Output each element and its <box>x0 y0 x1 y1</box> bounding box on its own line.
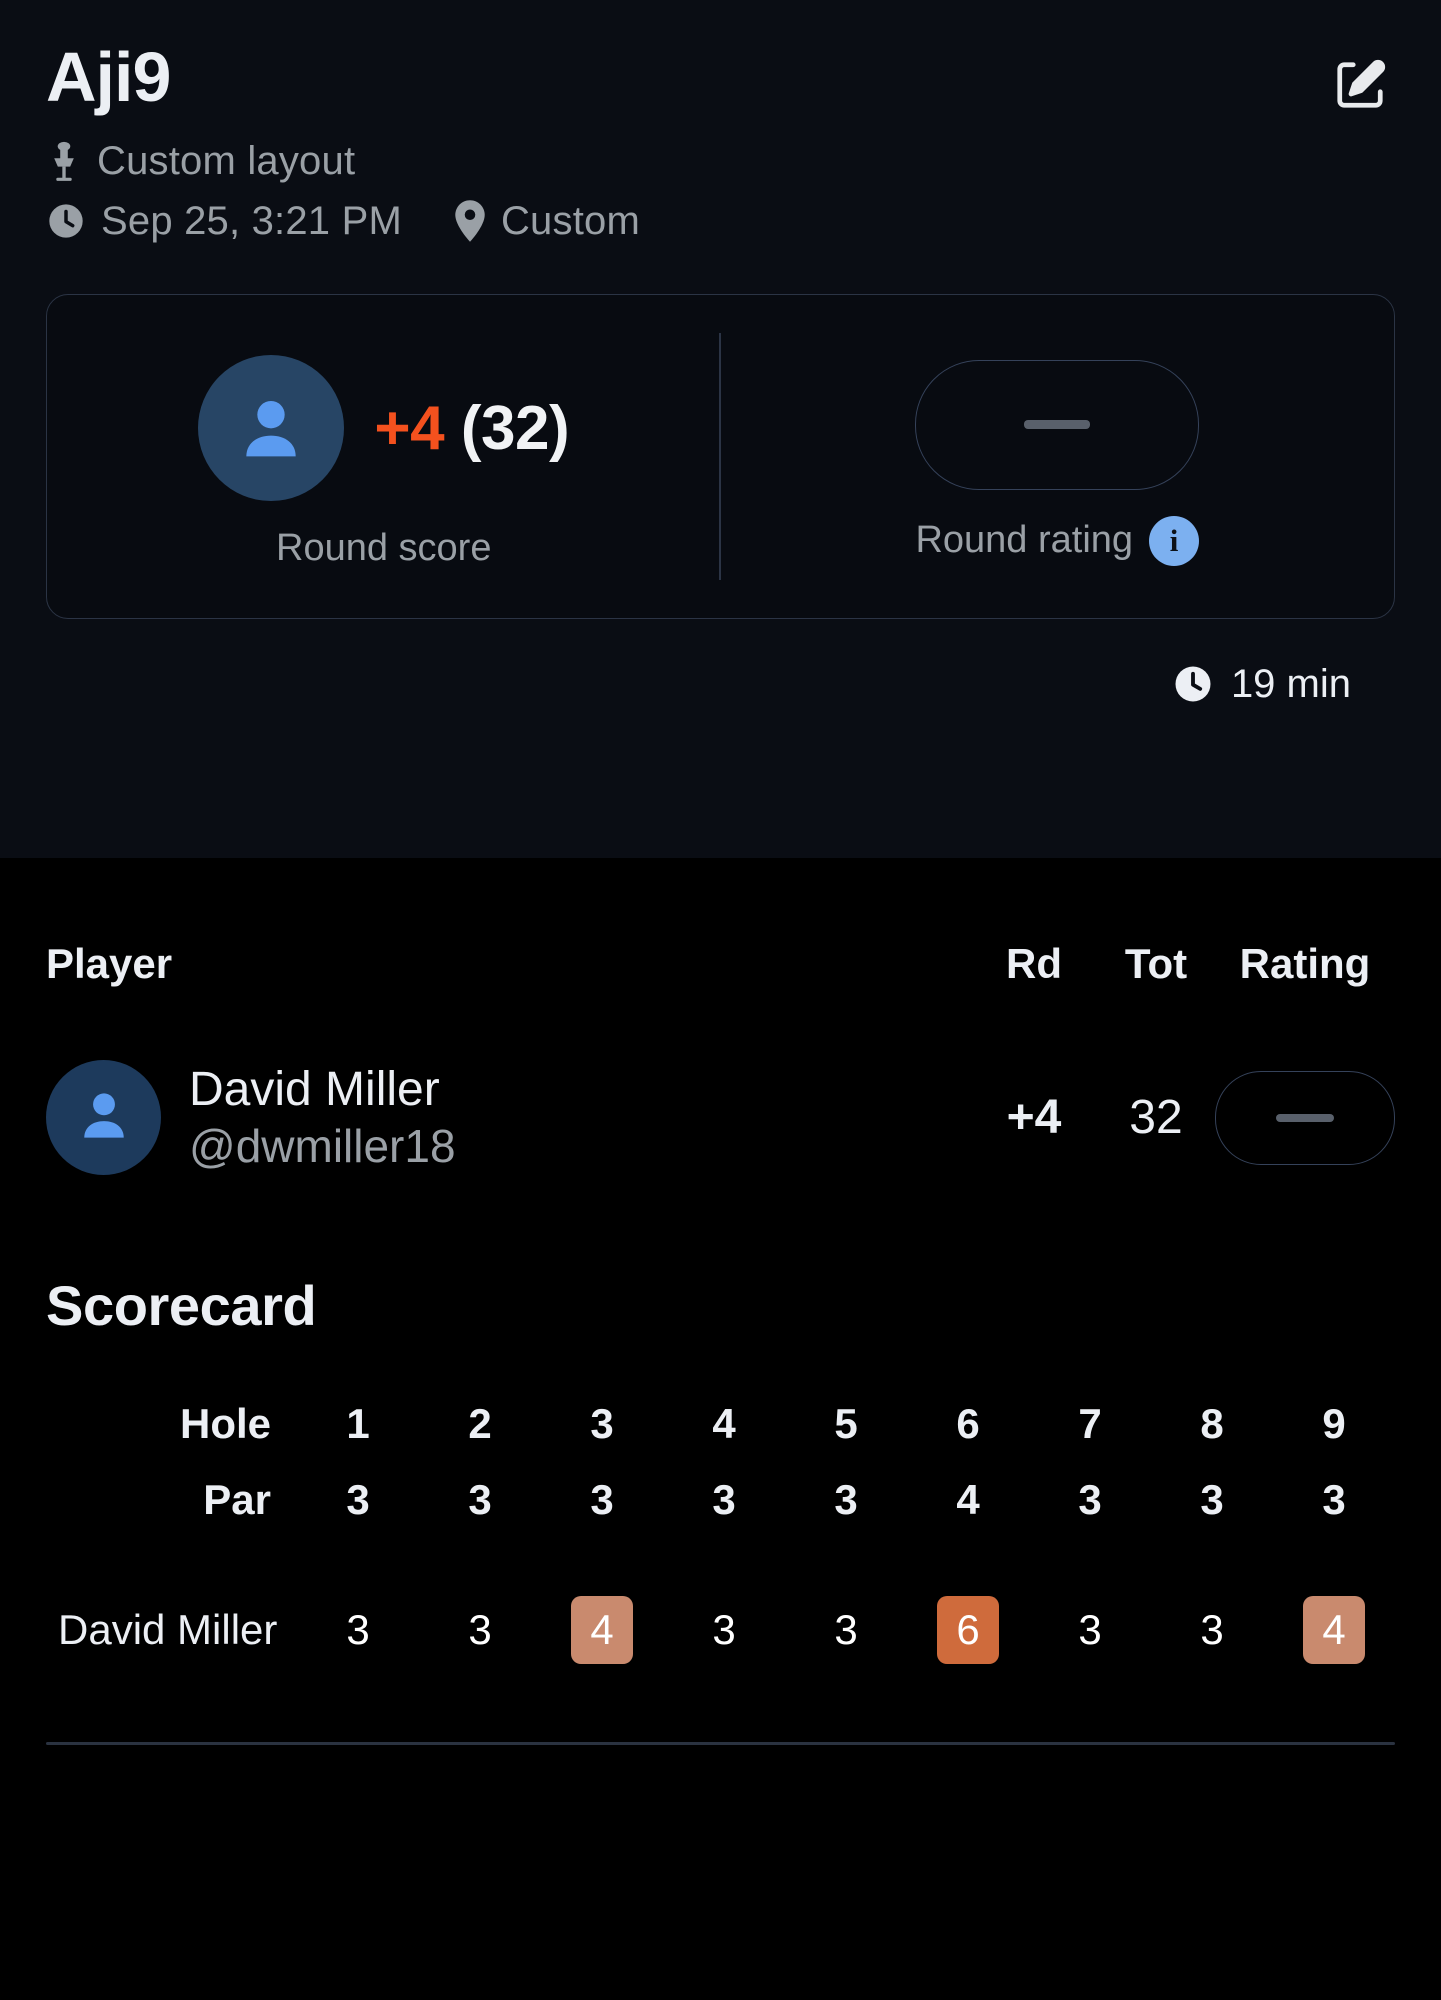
par-value: 3 <box>1200 1476 1224 1523</box>
round-location: Custom <box>454 200 640 242</box>
hole-score-cell[interactable]: 4 <box>1273 1596 1395 1664</box>
clock-icon <box>46 201 86 241</box>
hole-number: 7 <box>1078 1400 1102 1447</box>
round-score-relative: +4 <box>374 393 445 463</box>
hole-number: 6 <box>956 1400 980 1447</box>
edit-round-button[interactable] <box>1331 56 1389 114</box>
par-value: 3 <box>590 1476 614 1523</box>
hero-header: Aji9 <box>46 42 1395 114</box>
hole-score: 3 <box>1078 1606 1102 1653</box>
info-icon[interactable]: i <box>1149 515 1200 566</box>
avatar <box>198 355 345 501</box>
scorecard-player-row: David Miller 3 3 4 3 3 6 3 3 4 <box>46 1596 1395 1664</box>
player-rating-cell <box>1215 1070 1395 1165</box>
hole-score: 4 <box>571 1596 633 1664</box>
round-rating-stat: Round rating i <box>721 295 1395 618</box>
player-tot-value: 32 <box>1129 1091 1183 1144</box>
hole-number: 3 <box>590 1400 614 1447</box>
player-rd-value: +4 <box>1006 1091 1062 1144</box>
round-score-numbers: +4 (32) <box>374 393 569 464</box>
player-handle: @dwmiller18 <box>189 1119 456 1172</box>
avatar <box>46 1060 161 1175</box>
round-duration-label: 19 min <box>1230 662 1351 706</box>
column-header-player: Player <box>46 940 173 987</box>
round-datetime: Sep 25, 3:21 PM <box>46 201 402 241</box>
hole-score-cell[interactable]: 6 <box>907 1596 1029 1664</box>
round-rating-pill <box>915 359 1200 490</box>
round-score-value-row: +4 (32) <box>198 355 570 501</box>
round-score-label-text: Round score <box>276 527 492 569</box>
edit-square-icon <box>1333 58 1387 112</box>
round-score-stat: +4 (32) Round score <box>47 295 721 618</box>
hole-score: 3 <box>834 1606 858 1653</box>
round-detail-screen: Aji9 Custom layout Sep 25, 3:21 PM Custo… <box>0 0 1441 2000</box>
course-layout-label: Custom layout <box>97 139 356 183</box>
par-value: 3 <box>346 1476 370 1523</box>
person-icon <box>231 388 311 468</box>
datetime-location-row: Sep 25, 3:21 PM Custom <box>46 200 1395 242</box>
par-value: 3 <box>834 1476 858 1523</box>
round-score-label: Round score <box>276 527 491 570</box>
hole-number: 4 <box>712 1400 736 1447</box>
round-hero-section: Aji9 Custom layout Sep 25, 3:21 PM Custo… <box>0 0 1441 858</box>
disc-golf-basket-icon <box>46 140 82 182</box>
player-name: David Miller <box>189 1063 440 1117</box>
hole-score: 3 <box>1200 1606 1224 1653</box>
hole-score-cell[interactable]: 4 <box>541 1596 663 1664</box>
player-rating-pill <box>1215 1070 1395 1165</box>
layout-meta-row: Custom layout <box>46 140 1395 182</box>
course-layout: Custom layout <box>46 140 355 182</box>
scorecard-par-row: Par 3 3 3 3 3 4 3 3 3 <box>46 1476 1395 1524</box>
hole-score: 3 <box>346 1606 370 1653</box>
scorecard-player-name: David Miller <box>58 1606 278 1653</box>
player-identity: David Miller @dwmiller18 <box>46 1060 971 1175</box>
scorecard-divider <box>46 1742 1395 1745</box>
scorecard-hole-row: Hole 1 2 3 4 5 6 7 8 9 <box>46 1390 1395 1458</box>
scorecard-hole-label: Hole <box>179 1400 271 1447</box>
clock-filled-icon <box>1172 663 1214 705</box>
round-rating-label-text: Round rating <box>915 519 1134 561</box>
column-header-rd: Rd <box>1006 940 1062 987</box>
player-name-block: David Miller @dwmiller18 <box>189 1062 456 1173</box>
scorecard-title: Scorecard <box>46 1274 317 1337</box>
column-header-tot: Tot <box>1124 940 1188 987</box>
hole-number: 2 <box>468 1400 492 1447</box>
leaderboard-section: Player Rd Tot Rating David Miller @dwmil… <box>0 858 1441 1745</box>
hole-score-cell[interactable]: 3 <box>419 1596 541 1664</box>
hole-score-cell[interactable]: 3 <box>297 1596 419 1664</box>
hole-score-cell[interactable]: 3 <box>1151 1596 1273 1664</box>
hole-number: 8 <box>1200 1400 1224 1447</box>
hole-number: 9 <box>1322 1400 1346 1447</box>
person-icon <box>72 1083 136 1152</box>
par-value: 3 <box>712 1476 736 1523</box>
leaderboard-header-row: Player Rd Tot Rating <box>46 858 1395 988</box>
scorecard-par-label: Par <box>203 1476 271 1523</box>
table-row[interactable]: David Miller @dwmiller18 +4 32 <box>46 1060 1395 1175</box>
hole-score: 3 <box>468 1606 492 1653</box>
map-pin-icon <box>454 200 486 242</box>
round-datetime-label: Sep 25, 3:21 PM <box>101 199 402 243</box>
par-value: 3 <box>1078 1476 1102 1523</box>
rating-empty-dash-icon <box>1276 1113 1334 1122</box>
round-rating-label: Round rating i <box>915 515 1200 566</box>
rating-empty-dash-icon <box>1024 420 1091 429</box>
hole-score: 6 <box>937 1596 999 1664</box>
par-value: 3 <box>468 1476 492 1523</box>
hole-score: 3 <box>712 1606 736 1653</box>
scorecard-table: Hole 1 2 3 4 5 6 7 8 9 Par 3 3 3 3 3 4 3 <box>46 1390 1395 1745</box>
page-title: Aji9 <box>46 38 171 116</box>
hole-score-cell[interactable]: 3 <box>785 1596 907 1664</box>
par-value: 4 <box>956 1476 980 1523</box>
hole-score-cell[interactable]: 3 <box>663 1596 785 1664</box>
hole-score: 4 <box>1303 1596 1365 1664</box>
round-score-total: (32) <box>460 393 570 463</box>
round-location-label: Custom <box>500 199 640 243</box>
hole-number: 5 <box>834 1400 858 1447</box>
column-header-rating: Rating <box>1239 940 1371 987</box>
round-stats-card: +4 (32) Round score Round rating i <box>46 294 1395 619</box>
round-duration: 19 min <box>46 663 1395 705</box>
par-value: 3 <box>1322 1476 1346 1523</box>
hole-number: 1 <box>346 1400 370 1447</box>
hole-score-cell[interactable]: 3 <box>1029 1596 1151 1664</box>
